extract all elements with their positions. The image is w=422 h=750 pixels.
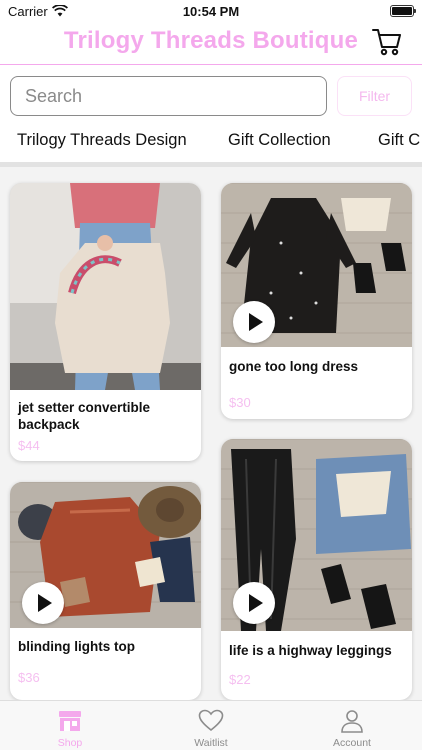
product-title: jet setter convertible backpack bbox=[18, 400, 151, 432]
tab-label: Waitlist bbox=[194, 737, 228, 749]
tab-shop[interactable]: Shop bbox=[0, 701, 140, 750]
product-image bbox=[10, 183, 201, 390]
product-title: life is a highway leggings bbox=[229, 643, 392, 658]
category-item[interactable]: Gift Collection bbox=[228, 131, 331, 150]
product-price: $22 bbox=[229, 672, 251, 687]
play-video-button[interactable] bbox=[22, 582, 64, 624]
product-price: $44 bbox=[18, 438, 40, 453]
category-item[interactable]: Trilogy Threads Design bbox=[17, 131, 187, 150]
cart-icon bbox=[372, 29, 401, 56]
tab-bar: Shop Waitlist Account bbox=[0, 700, 422, 750]
header-divider bbox=[0, 64, 422, 65]
product-card[interactable]: jet setter convertible backpack $44 bbox=[10, 183, 201, 461]
wifi-icon bbox=[51, 5, 68, 17]
play-video-button[interactable] bbox=[233, 301, 275, 343]
header: Trilogy Threads Boutique bbox=[0, 22, 422, 64]
search-input[interactable] bbox=[10, 76, 327, 116]
search-row: Filter bbox=[10, 76, 412, 116]
tab-waitlist[interactable]: Waitlist bbox=[141, 701, 281, 750]
category-item[interactable]: Gift C bbox=[378, 131, 420, 150]
play-video-button[interactable] bbox=[233, 582, 275, 624]
carrier-label: Carrier bbox=[8, 3, 48, 19]
person-icon bbox=[341, 710, 363, 733]
product-card[interactable]: life is a highway leggings $22 bbox=[221, 439, 412, 700]
product-card[interactable]: gone too long dress $30 bbox=[221, 183, 412, 419]
product-card[interactable]: blinding lights top $36 bbox=[10, 482, 201, 700]
heart-icon bbox=[198, 709, 224, 732]
store-icon bbox=[59, 711, 81, 731]
category-scroller[interactable]: Trilogy Threads Design Gift Collection G… bbox=[0, 128, 422, 156]
tab-account[interactable]: Account bbox=[282, 701, 422, 750]
tab-label: Account bbox=[333, 737, 371, 749]
cart-button[interactable] bbox=[372, 27, 402, 57]
carrier-info: Carrier bbox=[8, 4, 68, 19]
product-price: $30 bbox=[229, 395, 251, 410]
product-title: gone too long dress bbox=[229, 359, 359, 374]
filter-button[interactable]: Filter bbox=[337, 76, 412, 116]
product-price: $36 bbox=[18, 670, 40, 685]
product-title: blinding lights top bbox=[18, 639, 135, 654]
status-bar: Carrier 10:54 PM bbox=[0, 0, 422, 22]
tab-label: Shop bbox=[57, 737, 83, 749]
app-title: Trilogy Threads Boutique bbox=[63, 27, 359, 54]
battery-icon bbox=[390, 5, 416, 17]
product-grid[interactable]: jet setter convertible backpack $44 gone… bbox=[0, 167, 422, 700]
